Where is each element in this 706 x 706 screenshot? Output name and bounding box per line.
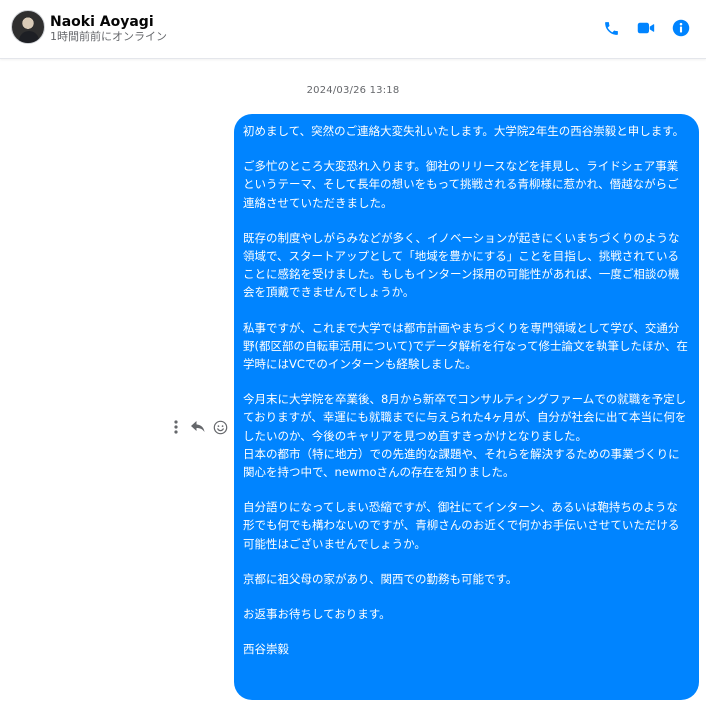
message-paragraph: ご多忙のところ大変恐れ入ります。御社のリリースなどを拝見し、ライドシェア事業とい… (243, 159, 679, 210)
vertical-dots-icon (174, 420, 178, 434)
contact-name[interactable]: Naoki Aoyagi (50, 14, 154, 30)
message-paragraph: 私事ですが、これまで大学では都市計画やまちづくりを専門領域として学び、交通分野(… (243, 320, 688, 372)
react-button[interactable] (210, 417, 230, 437)
message-paragraph: 初めまして、突然のご連絡大変失礼いたします。大学院2年生の西谷崇毅と申します。 (243, 124, 685, 138)
phone-icon (604, 21, 618, 35)
avatar[interactable] (11, 10, 45, 44)
info-icon (672, 19, 690, 37)
message-actions (166, 417, 232, 437)
smiley-icon (213, 420, 227, 434)
presence-status: 1時間前前にオンライン (50, 30, 167, 43)
video-camera-icon (637, 22, 655, 34)
message-paragraph: 今月末に大学院を卒業後、8月から新卒でコンサルティングファームでの就職を予定して… (243, 392, 687, 480)
reply-arrow-icon (191, 421, 205, 432)
video-call-button[interactable] (636, 18, 656, 38)
message-timestamp: 2024/03/26 13:18 (306, 85, 400, 96)
message-signature: 西谷崇毅 (243, 642, 289, 657)
reply-button[interactable] (188, 417, 208, 437)
conversation-header: Naoki Aoyagi 1時間前前にオンライン (0, 0, 706, 59)
conversation-info-button[interactable] (671, 18, 691, 38)
more-options-button[interactable] (166, 417, 186, 437)
message-paragraph: お返事お待ちしております。 (243, 607, 391, 622)
message-paragraph: 自分語りになってしまい恐縮ですが、御社にてインターン、あるいは鞄持ちのような形で… (243, 500, 680, 551)
message-paragraph: 京都に祖父母の家があり、関西での勤務も可能です。 (243, 571, 518, 586)
message-paragraph: 既存の制度やしがらみなどが多く、イノベーションが起きにくいまちづくりのような領域… (243, 230, 680, 300)
phone-call-button[interactable] (601, 18, 621, 38)
sent-message-bubble[interactable]: 初めまして、突然のご連絡大変失礼いたします。大学院2年生の西谷崇毅と申します。 … (234, 114, 699, 700)
